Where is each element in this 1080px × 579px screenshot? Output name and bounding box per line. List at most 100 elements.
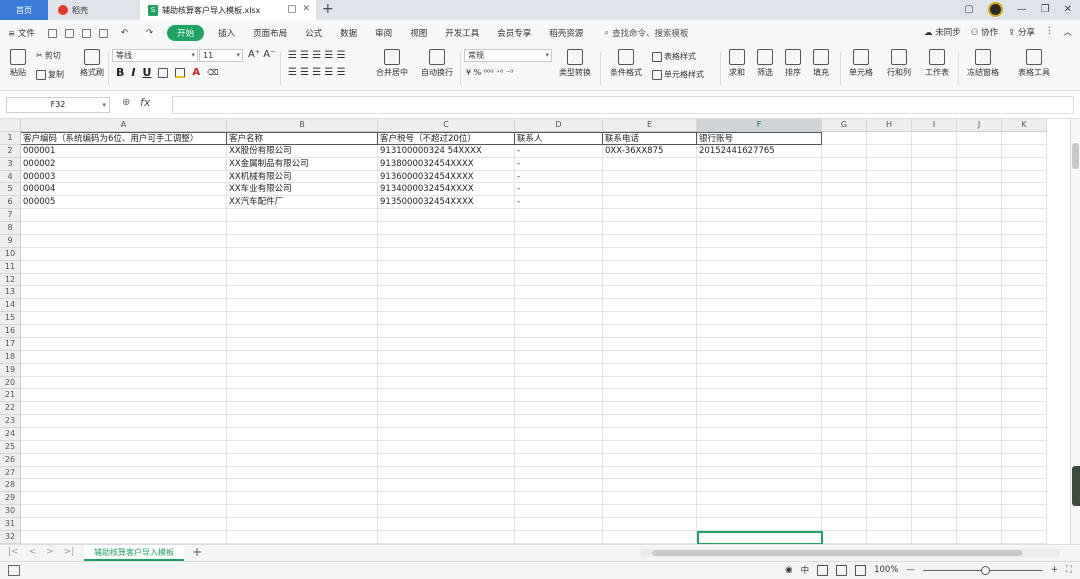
table-cell[interactable]	[603, 325, 697, 338]
table-cell[interactable]	[912, 518, 957, 531]
table-cell[interactable]	[867, 440, 912, 454]
page-layout-view-icon[interactable]	[836, 564, 848, 576]
table-cell[interactable]	[515, 505, 603, 519]
table-cell[interactable]	[1002, 157, 1047, 171]
row-header[interactable]: 10	[0, 247, 21, 261]
table-cell[interactable]	[378, 247, 515, 261]
tab-home[interactable]: 首页	[0, 0, 48, 20]
table-cell[interactable]	[957, 518, 1002, 531]
table-cell[interactable]	[1002, 337, 1047, 351]
table-cell[interactable]	[867, 389, 912, 403]
type-convert-button[interactable]: 类型转换	[554, 49, 596, 78]
table-cell[interactable]	[21, 350, 227, 364]
table-cell[interactable]	[822, 402, 867, 416]
row-header[interactable]: 32	[0, 530, 21, 544]
table-cell[interactable]	[21, 453, 227, 467]
table-cell[interactable]	[1002, 505, 1047, 519]
table-cell[interactable]	[867, 196, 912, 210]
table-cell[interactable]	[912, 286, 957, 300]
table-cell[interactable]: -	[515, 170, 603, 184]
row-header[interactable]: 16	[0, 325, 21, 338]
menu-developer[interactable]: 开发工具	[436, 27, 488, 39]
table-cell[interactable]	[957, 286, 1002, 300]
font-name-select[interactable]: 等线	[112, 49, 198, 62]
table-cell[interactable]	[957, 299, 1002, 313]
table-cell[interactable]	[378, 286, 515, 300]
row-header[interactable]: 31	[0, 518, 21, 531]
table-cell[interactable]	[867, 466, 912, 480]
table-cell[interactable]	[603, 222, 697, 235]
table-cell[interactable]	[822, 530, 867, 544]
table-cell[interactable]	[603, 363, 697, 377]
table-cell[interactable]	[1002, 415, 1047, 428]
table-cell[interactable]	[697, 440, 822, 454]
menu-review[interactable]: 审阅	[366, 27, 401, 39]
font-color-icon[interactable]: A	[192, 67, 200, 78]
table-cell[interactable]	[21, 299, 227, 313]
table-cell[interactable]	[378, 389, 515, 403]
table-cell[interactable]	[957, 492, 1002, 506]
table-cell[interactable]	[227, 453, 378, 467]
row-header[interactable]: 1	[0, 132, 21, 145]
restore-icon[interactable]: ❐	[1041, 4, 1050, 15]
table-cell[interactable]: 9136000032454XXXX	[378, 170, 515, 184]
table-cell[interactable]	[957, 234, 1002, 248]
table-cell[interactable]: XX金属制品有限公司	[227, 157, 378, 171]
font-grow-button[interactable]: A⁺ A⁻	[248, 49, 275, 60]
table-cell[interactable]	[378, 325, 515, 338]
table-cell[interactable]	[515, 337, 603, 351]
table-cell[interactable]	[1002, 273, 1047, 287]
table-cell[interactable]	[697, 389, 822, 403]
table-cell[interactable]	[515, 209, 603, 223]
table-cell[interactable]	[822, 312, 867, 326]
cell-button[interactable]: 单元格	[844, 49, 878, 78]
table-cell[interactable]: -	[515, 183, 603, 197]
table-cell[interactable]	[867, 518, 912, 531]
wrap-text-button[interactable]: 自动换行	[418, 49, 456, 78]
fill-color-icon[interactable]	[175, 67, 186, 78]
row-header[interactable]: 25	[0, 440, 21, 454]
row-header[interactable]: 29	[0, 492, 21, 506]
table-cell[interactable]	[822, 273, 867, 287]
table-cell[interactable]	[378, 453, 515, 467]
table-cell[interactable]	[912, 183, 957, 197]
row-header[interactable]: 2	[0, 144, 21, 158]
menu-file[interactable]: ≡ 文件	[0, 27, 44, 39]
table-cell[interactable]	[957, 157, 1002, 171]
table-cell[interactable]	[378, 273, 515, 287]
table-cell[interactable]	[1002, 144, 1047, 158]
table-cell[interactable]	[912, 350, 957, 364]
table-cell[interactable]	[912, 337, 957, 351]
table-cell[interactable]	[515, 247, 603, 261]
header-cell[interactable]	[957, 132, 1002, 145]
table-cell[interactable]	[515, 312, 603, 326]
first-sheet-icon[interactable]: |<	[8, 547, 19, 557]
table-cell[interactable]	[603, 337, 697, 351]
table-cell[interactable]	[21, 415, 227, 428]
table-cell[interactable]	[378, 260, 515, 274]
table-cell[interactable]	[378, 312, 515, 326]
table-cell[interactable]	[603, 376, 697, 390]
next-sheet-icon[interactable]: >	[46, 547, 54, 557]
row-header[interactable]: 7	[0, 209, 21, 223]
table-cell[interactable]	[515, 260, 603, 274]
table-cell[interactable]	[697, 376, 822, 390]
table-cell[interactable]	[822, 363, 867, 377]
page-break-view-icon[interactable]	[855, 564, 867, 576]
table-cell[interactable]: XX车业有限公司	[227, 183, 378, 197]
table-cell[interactable]	[515, 376, 603, 390]
sheet-tab[interactable]: 辅助核算客户导入模板	[84, 545, 184, 561]
table-cell[interactable]	[227, 299, 378, 313]
menu-formula[interactable]: 公式	[296, 27, 331, 39]
table-cell[interactable]	[378, 518, 515, 531]
table-cell[interactable]	[867, 363, 912, 377]
table-cell[interactable]	[822, 286, 867, 300]
cond-format-button[interactable]: 条件格式	[606, 49, 646, 78]
table-cell[interactable]: 000003	[21, 170, 227, 184]
table-cell[interactable]	[603, 299, 697, 313]
table-cell[interactable]: 0XX-36XX875	[603, 144, 697, 158]
table-cell[interactable]	[867, 260, 912, 274]
row-header[interactable]: 18	[0, 350, 21, 364]
table-cell[interactable]	[378, 505, 515, 519]
table-cell[interactable]	[867, 286, 912, 300]
